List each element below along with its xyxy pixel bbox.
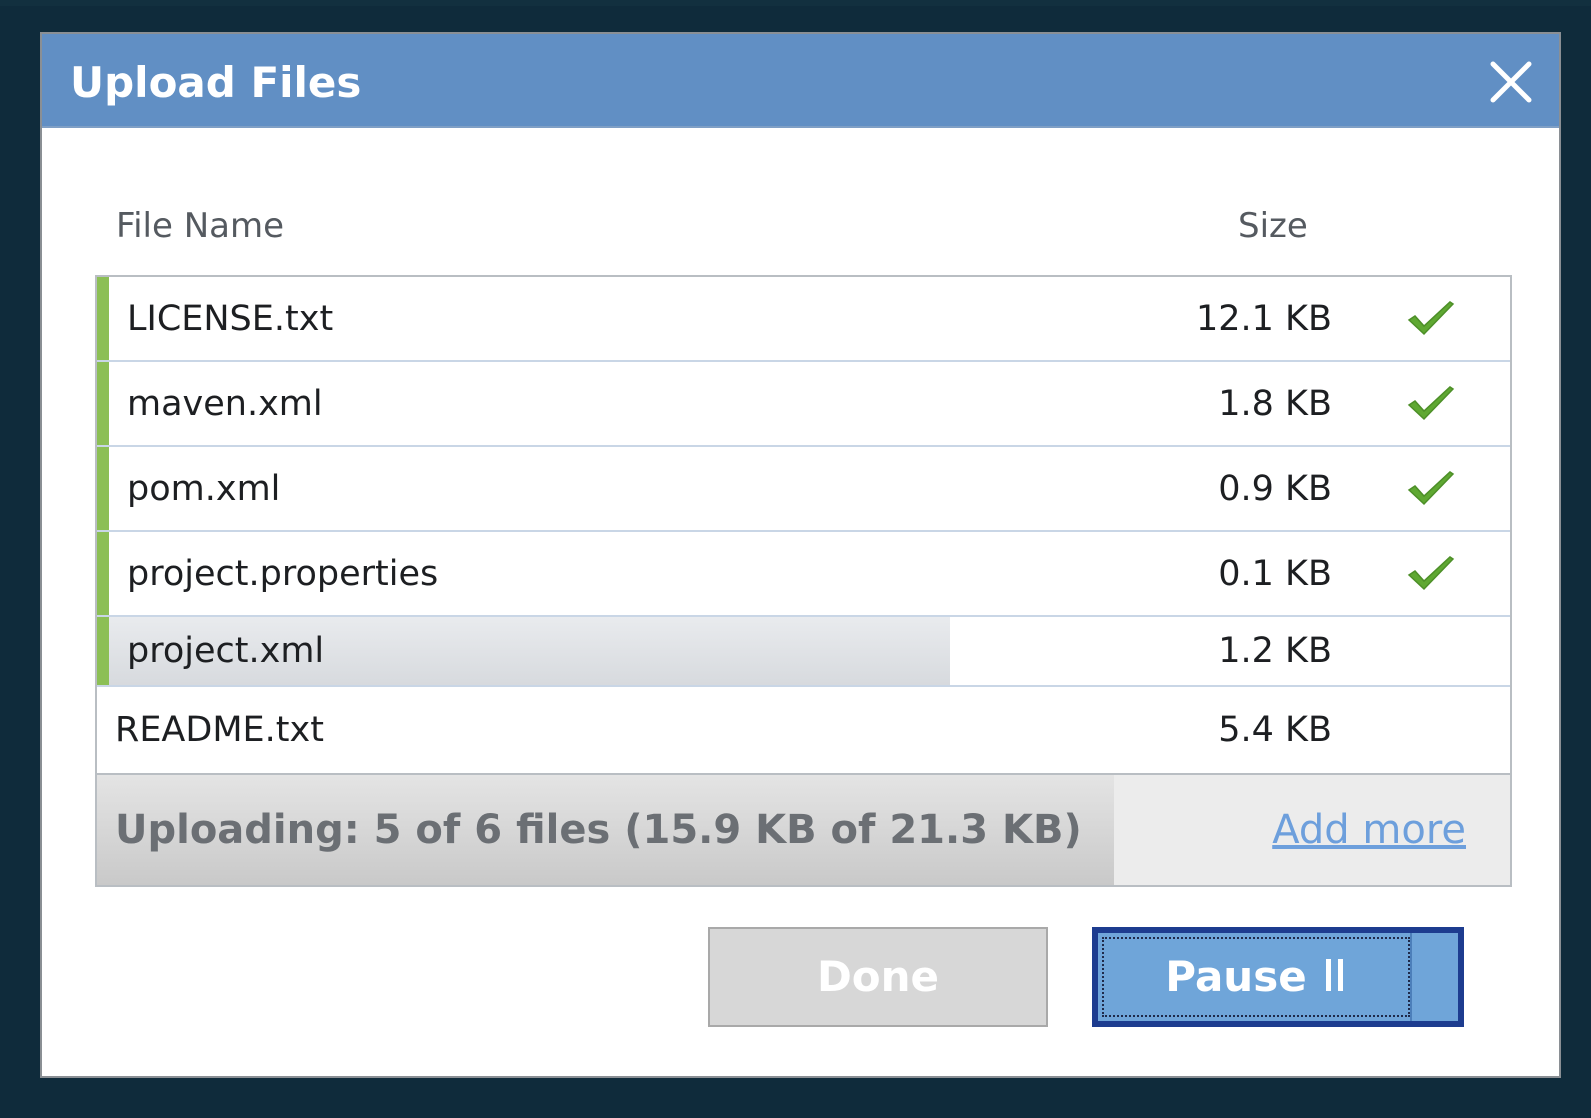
file-name: maven.xml [127,383,323,424]
pause-icon [1325,959,1343,991]
file-row: project.properties 0.1 KB [97,532,1510,617]
checkmark-icon [1407,300,1455,335]
file-name: project.xml [127,631,325,671]
upload-dialog: Upload Files File Name Size LICENSE.txt … [40,32,1561,1078]
done-button-label: Done [816,952,940,1001]
checkmark-icon [1407,470,1455,505]
done-button[interactable]: Done [708,927,1048,1027]
complete-indicator [97,447,109,530]
file-row: LICENSE.txt 12.1 KB [97,277,1510,362]
file-name: project.properties [127,553,439,594]
add-more-link[interactable]: Add more [1272,807,1466,853]
column-header-size: Size [1238,206,1308,246]
dialog-title: Upload Files [70,58,362,107]
upload-status-text: Uploading: 5 of 6 files (15.9 KB of 21.3… [115,807,1082,853]
file-name: README.txt [115,710,324,750]
pause-button-label: Pause [1165,952,1307,1001]
pause-button[interactable]: Pause [1092,927,1464,1027]
file-size: 1.2 KB [1218,631,1332,671]
file-size: 1.8 KB [1218,383,1332,424]
file-row: project.xml 1.2 KB [97,617,1510,687]
upload-status-bar: Uploading: 5 of 6 files (15.9 KB of 21.3… [97,773,1510,885]
file-size: 0.9 KB [1218,468,1332,509]
file-name: LICENSE.txt [127,298,334,339]
file-size: 0.1 KB [1218,553,1332,594]
checkmark-icon [1407,555,1455,590]
file-row: README.txt 5.4 KB [97,687,1510,773]
pause-button-divider [1410,933,1458,1021]
dialog-titlebar: Upload Files [42,34,1559,128]
file-row: pom.xml 0.9 KB [97,447,1510,532]
checkmark-icon [1407,385,1455,420]
complete-indicator [97,362,109,445]
complete-indicator [97,277,109,360]
progress-indicator [97,617,109,685]
backdrop [0,0,1591,6]
close-icon[interactable] [1487,58,1535,106]
column-header-file-name: File Name [116,206,285,246]
file-row: maven.xml 1.8 KB [97,362,1510,447]
file-list: LICENSE.txt 12.1 KB maven.xml 1.8 KB pom… [95,275,1512,887]
complete-indicator [97,532,109,615]
file-size: 12.1 KB [1195,298,1332,339]
file-size: 5.4 KB [1218,710,1332,750]
file-name: pom.xml [127,468,281,509]
